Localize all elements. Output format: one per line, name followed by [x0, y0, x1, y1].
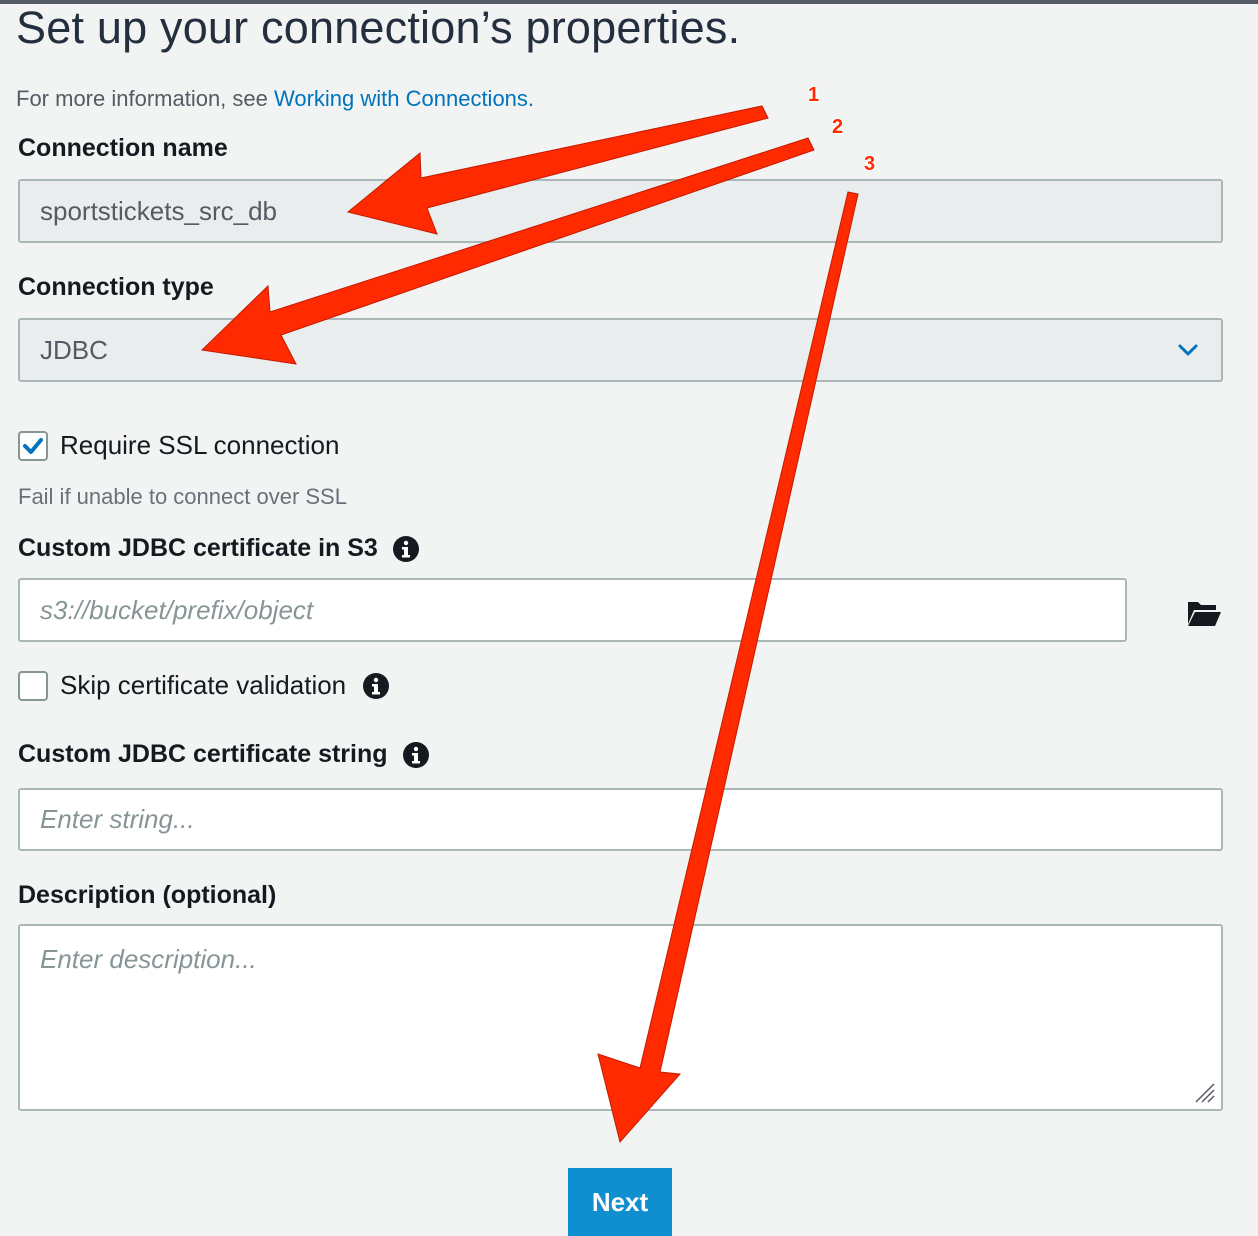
checkmark-icon	[23, 437, 43, 454]
cert-s3-label-text: Custom JDBC certificate in S3	[18, 534, 378, 562]
help-prefix: For more information, see	[16, 86, 274, 111]
page-title: Set up your connection’s properties.	[16, 2, 741, 53]
connection-name-input[interactable]	[18, 179, 1223, 243]
cert-string-label: Custom JDBC certificate string	[18, 740, 430, 769]
cert-string-label-text: Custom JDBC certificate string	[18, 740, 388, 768]
connection-type-label-text: Connection type	[18, 273, 214, 301]
info-icon[interactable]	[362, 672, 390, 700]
cert-string-input[interactable]	[18, 788, 1223, 851]
annotation-number-1: 1	[808, 84, 820, 106]
resize-handle-icon[interactable]	[1192, 1080, 1216, 1104]
require-ssl-row[interactable]: Require SSL connection	[18, 430, 339, 461]
connection-type-label: Connection type	[18, 273, 214, 302]
require-ssl-checkbox[interactable]	[18, 430, 48, 461]
next-button[interactable]: Next	[568, 1168, 672, 1236]
description-label-text: Description (optional)	[18, 881, 277, 909]
skip-validation-row[interactable]: Skip certificate validation	[18, 670, 390, 701]
require-ssl-label: Require SSL connection	[60, 430, 340, 460]
chevron-down-icon	[1178, 344, 1198, 356]
connection-type-select[interactable]: JDBC	[18, 318, 1223, 382]
require-ssl-description: Fail if unable to connect over SSL	[18, 484, 347, 509]
connection-name-label: Connection name	[18, 134, 228, 163]
description-textarea[interactable]	[18, 924, 1223, 1111]
connection-name-label-text: Connection name	[18, 134, 228, 162]
cert-s3-label: Custom JDBC certificate in S3	[18, 534, 420, 563]
connection-type-value: JDBC	[40, 334, 108, 365]
folder-open-icon[interactable]	[1186, 598, 1222, 628]
help-text: For more information, see Working with C…	[16, 86, 534, 112]
info-icon[interactable]	[392, 535, 420, 563]
working-with-connections-link[interactable]: Working with Connections.	[274, 86, 534, 111]
annotation-number-3: 3	[864, 153, 876, 175]
skip-validation-checkbox[interactable]	[18, 670, 48, 701]
description-label: Description (optional)	[18, 881, 276, 910]
skip-validation-label: Skip certificate validation	[60, 670, 347, 700]
info-icon[interactable]	[402, 741, 430, 769]
annotation-number-2: 2	[832, 116, 844, 138]
cert-s3-input[interactable]	[18, 578, 1127, 642]
